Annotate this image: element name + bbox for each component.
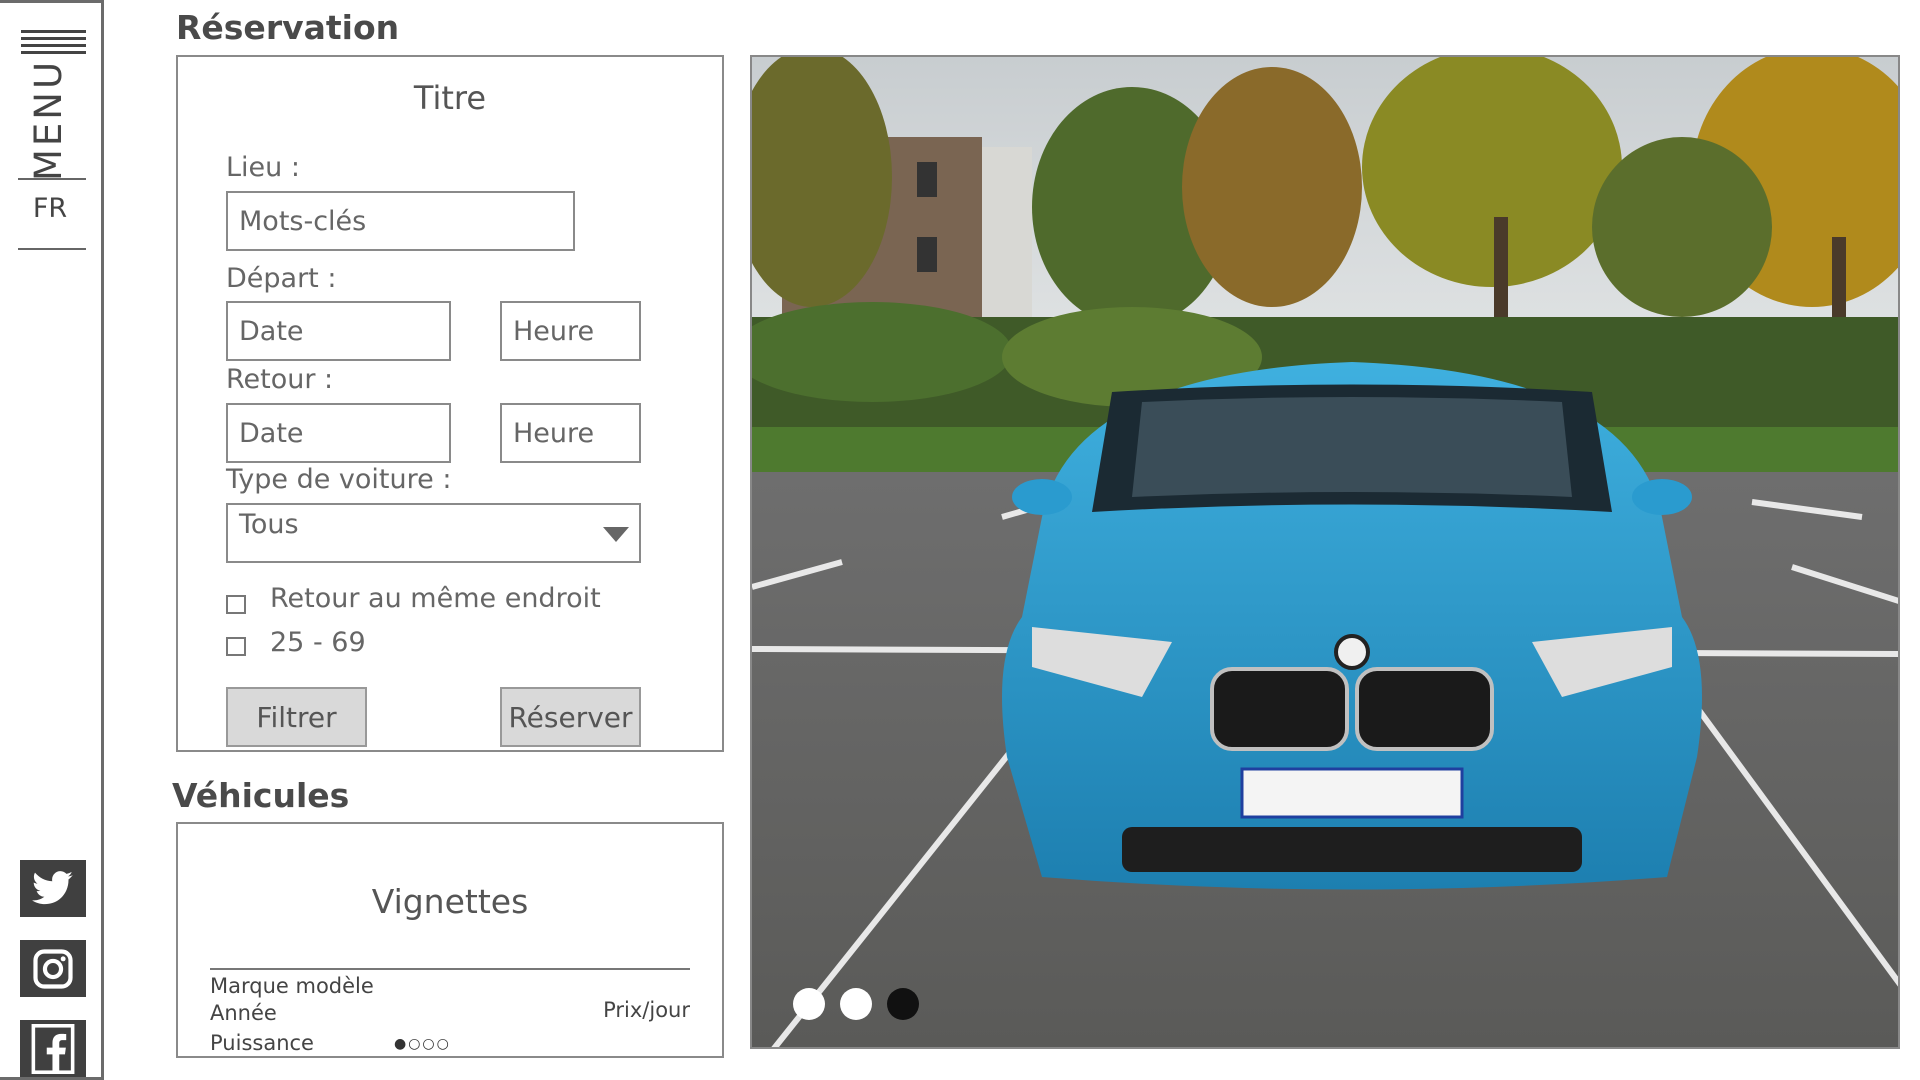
book-button[interactable]: Réserver xyxy=(500,687,641,747)
location-input[interactable]: Mots-clés xyxy=(226,191,575,251)
vehicle-card-title: Vignettes xyxy=(371,882,529,921)
menu-label[interactable]: MENU xyxy=(27,59,70,181)
age-checkbox[interactable] xyxy=(226,637,246,656)
vehicle-power: Puissance xyxy=(210,1031,314,1055)
vehicle-card-divider xyxy=(210,968,690,970)
language-selector[interactable]: FR xyxy=(0,193,100,224)
same-place-checkbox[interactable] xyxy=(226,595,246,614)
return-date-input[interactable]: Date xyxy=(226,403,451,463)
departure-label: Départ : xyxy=(226,263,337,294)
vehicle-year: Année xyxy=(210,1001,277,1025)
return-label: Retour : xyxy=(226,364,334,395)
vehicle-brand-model: Marque modèle xyxy=(210,974,374,998)
vehicle-card[interactable]: Vignettes Marque modèle Année Puissance … xyxy=(176,822,724,1058)
twitter-icon[interactable] xyxy=(20,860,86,917)
carousel-dot-1[interactable] xyxy=(793,988,825,1020)
sidebar: MENU FR xyxy=(0,0,104,1080)
return-date-placeholder: Date xyxy=(239,417,304,449)
carousel-dot-3-active[interactable] xyxy=(887,988,919,1020)
car-type-select[interactable]: Tous xyxy=(226,503,641,563)
car-type-label: Type de voiture : xyxy=(226,464,452,495)
hamburger-menu-icon[interactable] xyxy=(21,30,86,58)
sidebar-divider xyxy=(18,178,86,180)
location-placeholder: Mots-clés xyxy=(239,205,367,237)
vehicles-heading: Véhicules xyxy=(172,776,350,815)
carousel-dot-2[interactable] xyxy=(840,988,872,1020)
vehicle-price: Prix/jour xyxy=(603,998,690,1022)
departure-date-placeholder: Date xyxy=(239,315,304,347)
sidebar-divider xyxy=(18,248,86,250)
vehicle-pagination[interactable]: ●○○○ xyxy=(394,1036,451,1052)
age-label: 25 - 69 xyxy=(270,627,366,658)
departure-time-placeholder: Heure xyxy=(513,315,595,347)
location-label: Lieu : xyxy=(226,152,300,183)
chevron-down-icon xyxy=(603,527,629,542)
facebook-icon[interactable] xyxy=(20,1020,86,1077)
return-time-input[interactable]: Heure xyxy=(500,403,641,463)
car-photo xyxy=(752,57,1898,1047)
return-time-placeholder: Heure xyxy=(513,417,595,449)
departure-time-input[interactable]: Heure xyxy=(500,301,641,361)
car-carousel-image[interactable] xyxy=(750,55,1900,1049)
car-type-value: Tous xyxy=(239,509,299,540)
same-place-label: Retour au même endroit xyxy=(270,583,601,614)
reservation-panel: Titre Lieu : Mots-clés Départ : Date Heu… xyxy=(176,55,724,752)
filter-button[interactable]: Filtrer xyxy=(226,687,367,747)
reservation-title: Titre xyxy=(413,79,487,117)
departure-date-input[interactable]: Date xyxy=(226,301,451,361)
instagram-icon[interactable] xyxy=(20,940,86,997)
reservation-heading: Réservation xyxy=(176,8,400,47)
